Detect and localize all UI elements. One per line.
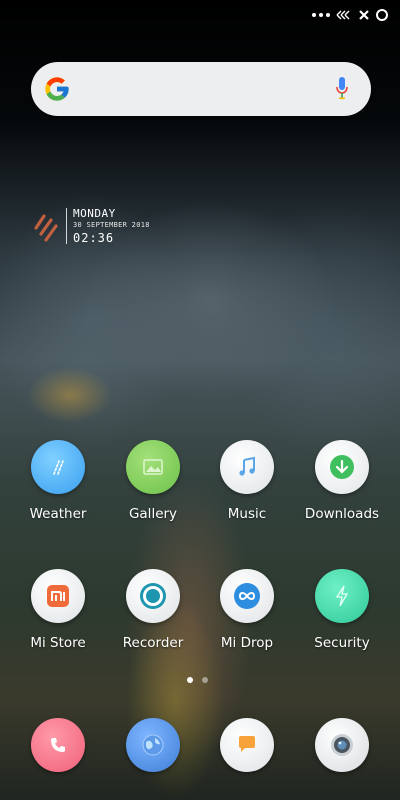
phone-icon: [31, 718, 85, 772]
app-label: Gallery: [128, 506, 178, 522]
google-g-icon: [45, 77, 69, 101]
app-label: Weather: [29, 506, 87, 522]
music-note-icon: [220, 440, 274, 494]
app-label: Downloads: [304, 506, 380, 522]
microphone-icon[interactable]: [335, 76, 349, 102]
mi-drop-icon: [220, 569, 274, 623]
app-label: Music: [227, 506, 267, 522]
gallery-icon: [126, 440, 180, 494]
app-label: Mi Store: [30, 635, 86, 651]
clock-divider: [66, 208, 67, 244]
google-search-bar[interactable]: [31, 62, 371, 116]
clock-time: 02:36: [73, 231, 115, 245]
camera-icon: [315, 718, 369, 772]
status-bar: [312, 6, 388, 24]
dock-browser[interactable]: [108, 718, 198, 772]
data-arrows-icon: [336, 10, 350, 20]
app-mi-store[interactable]: Mi Store: [13, 569, 103, 651]
app-label: Recorder: [122, 635, 184, 651]
weather-icon: [31, 440, 85, 494]
app-music[interactable]: Music: [202, 440, 292, 522]
browser-globe-icon: [126, 718, 180, 772]
security-bolt-icon: [315, 569, 369, 623]
clock-stripes-logo: [34, 214, 58, 242]
app-recorder[interactable]: Recorder: [108, 569, 198, 651]
dock-messaging[interactable]: [202, 718, 292, 772]
page-indicator: [187, 677, 208, 683]
notification-dots-icon: [312, 13, 330, 17]
app-label: Mi Drop: [220, 635, 274, 651]
app-security[interactable]: Security: [297, 569, 387, 651]
clock-date: 30 SEPTEMBER 2018: [73, 221, 150, 229]
app-downloads[interactable]: Downloads: [297, 440, 387, 522]
no-signal-x-icon: [359, 10, 369, 20]
mi-store-icon: [31, 569, 85, 623]
app-mi-drop[interactable]: Mi Drop: [202, 569, 292, 651]
app-label: Security: [314, 635, 370, 651]
messaging-icon: [220, 718, 274, 772]
clock-day: MONDAY: [73, 207, 116, 220]
app-gallery[interactable]: Gallery: [108, 440, 198, 522]
status-circle-icon: [376, 9, 388, 21]
page-dot-active[interactable]: [187, 677, 193, 683]
clock-widget[interactable]: MONDAY 30 SEPTEMBER 2018 02:36: [34, 208, 150, 244]
recorder-icon: [126, 569, 180, 623]
dock-camera[interactable]: [297, 718, 387, 772]
download-arrow-icon: [315, 440, 369, 494]
app-weather[interactable]: Weather: [13, 440, 103, 522]
dock-phone[interactable]: [13, 718, 103, 772]
page-dot[interactable]: [202, 677, 208, 683]
